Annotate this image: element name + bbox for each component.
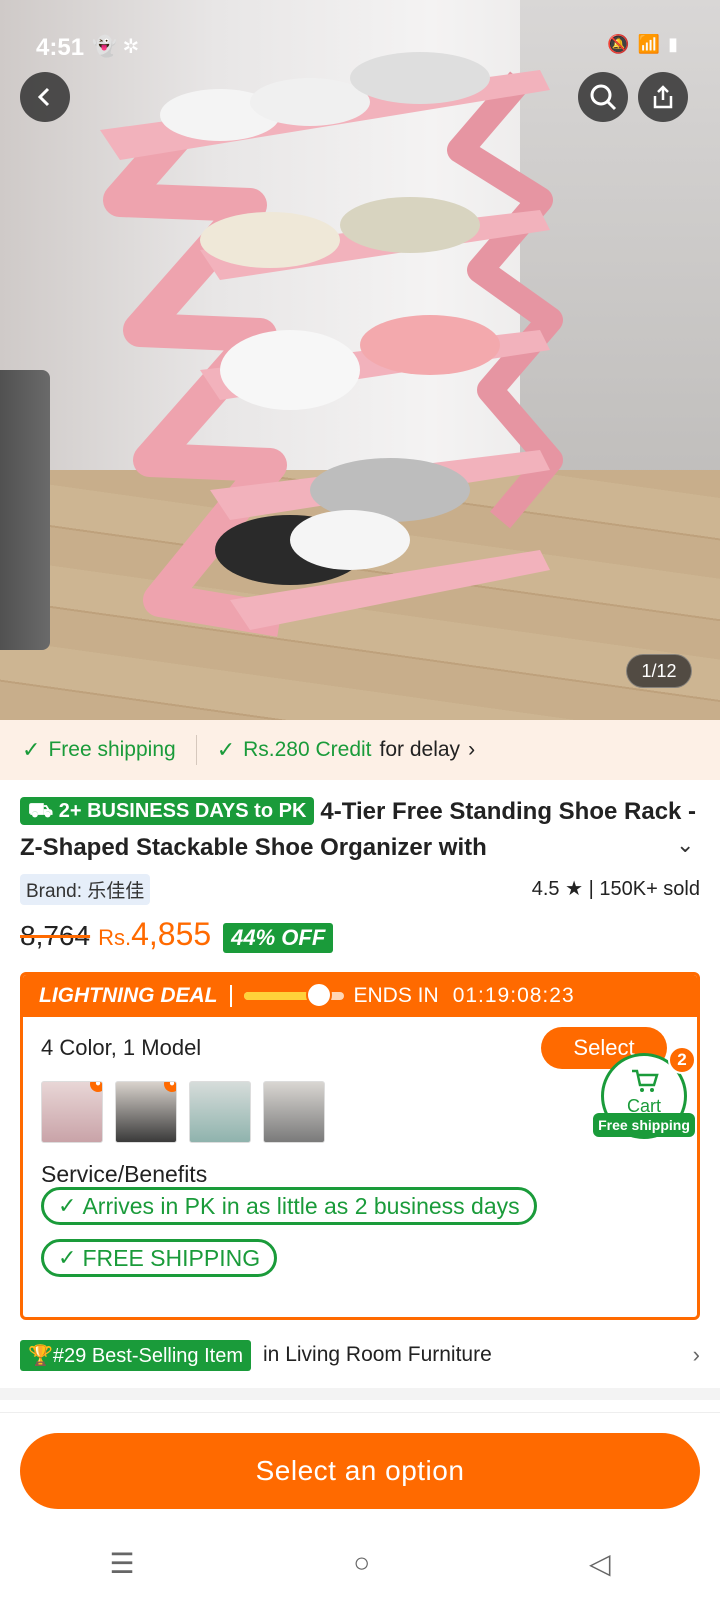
- discount-badge: 44% OFF: [223, 923, 334, 953]
- system-nav-bar: ☰ ○ ◁: [0, 1526, 720, 1600]
- best-seller-badge: 🏆#29 Best-Selling Item: [20, 1339, 252, 1371]
- lightning-deal-box: LIGHTNING DEAL ENDS IN 01:19:08:23 4 Col…: [20, 972, 700, 1320]
- chevron-left-icon: [37, 87, 50, 107]
- delay-credit-item[interactable]: ✓ Rs.280 Credit for delay ›: [217, 737, 475, 763]
- wifi-icon: 📶: [637, 34, 661, 54]
- status-time: 4:51: [36, 34, 85, 61]
- back-button[interactable]: [20, 72, 70, 122]
- benefit-arrival: ✓ Arrives in PK in as little as 2 busine…: [41, 1187, 537, 1225]
- image-bin: [0, 370, 50, 650]
- home-icon[interactable]: ○: [353, 1547, 370, 1579]
- hot-icon: ●: [164, 1082, 176, 1092]
- chevron-right-icon: ›: [468, 738, 476, 761]
- best-seller-row[interactable]: 🏆#29 Best-Selling Item in Living Room Fu…: [20, 1338, 700, 1372]
- banner-divider: [195, 735, 197, 765]
- system-icons: 🔕 📶 ▮: [607, 34, 678, 55]
- back-triangle-icon[interactable]: ◁: [589, 1547, 611, 1580]
- variant-thumb-gray[interactable]: [263, 1081, 325, 1143]
- variant-thumb-teal[interactable]: [189, 1081, 251, 1143]
- credit-suffix: for delay: [379, 738, 461, 761]
- countdown-timer: 01:19:08:23: [452, 984, 575, 1007]
- sale-price: 4,855: [131, 916, 212, 952]
- trophy-icon: 🏆: [28, 1344, 53, 1367]
- rating-value: 4.5: [531, 878, 560, 900]
- rating-divider: |: [588, 878, 594, 900]
- battery-icon: ▮: [668, 34, 678, 54]
- deal-header: LIGHTNING DEAL ENDS IN 01:19:08:23: [23, 975, 697, 1017]
- shipping-banner[interactable]: ✓ Free shipping ✓ Rs.280 Credit for dela…: [0, 720, 720, 780]
- product-title: ⛟ 2+ BUSINESS DAYS to PK 4-Tier Free Stan…: [20, 794, 700, 866]
- benefit-free-shipping: ✓ FREE SHIPPING: [41, 1239, 278, 1277]
- search-icon: [590, 84, 617, 111]
- free-shipping-item: ✓ Free shipping: [22, 737, 176, 763]
- price-row: 8,764 Rs. 4,855 44% OFF: [20, 916, 334, 960]
- check-icon: ✓: [58, 1193, 77, 1218]
- share-button[interactable]: [638, 72, 688, 122]
- benefit-free-shipping-text: FREE SHIPPING: [82, 1244, 261, 1271]
- credit-amount: Rs.280 Credit: [243, 738, 372, 761]
- mute-icon: 🔕: [607, 34, 630, 54]
- check-icon: ✓: [58, 1245, 77, 1270]
- deal-progress-bar: [243, 982, 344, 1008]
- variant-thumbnails: ● ●: [41, 1081, 325, 1143]
- deal-label: LIGHTNING DEAL: [39, 984, 218, 1007]
- sold-count: 150K+ sold: [599, 878, 700, 900]
- share-icon: [653, 85, 673, 109]
- best-seller-tag: #29 Best-Selling Item: [52, 1344, 244, 1367]
- bottom-action-bar: Select an option: [0, 1412, 720, 1522]
- currency: Rs.: [98, 925, 132, 950]
- benefits-label: Service/Benefits: [41, 1161, 208, 1187]
- cart-count-badge: 2: [668, 1046, 696, 1074]
- best-seller-category: in Living Room Furniture: [263, 1343, 492, 1366]
- status-bar: 4:51 👻 ✲ 🔕 📶 ▮: [0, 28, 720, 68]
- variant-thumb-black[interactable]: ●: [115, 1081, 177, 1143]
- cart-free-shipping: Free shipping: [593, 1113, 695, 1137]
- variant-summary: 4 Color, 1 Model: [41, 1035, 202, 1060]
- star-icon: ★: [565, 878, 584, 900]
- delivery-tag: ⛟ 2+ BUSINESS DAYS to PK: [20, 797, 315, 825]
- chevron-right-icon: ›: [692, 1342, 700, 1367]
- notification-icons: 👻 ✲: [92, 36, 140, 58]
- check-icon: ✓: [22, 737, 41, 762]
- section-separator: [0, 1388, 720, 1400]
- check-icon: ✓: [216, 737, 236, 762]
- free-shipping-label: Free shipping: [48, 738, 176, 761]
- variant-thumb-pink[interactable]: ●: [41, 1081, 103, 1143]
- brand-tag[interactable]: Brand: 乐佳佳: [20, 874, 151, 905]
- ends-in-label: ENDS IN: [353, 984, 439, 1007]
- menu-icon[interactable]: ☰: [109, 1547, 134, 1580]
- shoe-rack-illustration: [100, 52, 563, 637]
- brand-rating-row: Brand: 乐佳佳 4.5 ★ | 150K+ sold: [20, 874, 700, 905]
- select-option-button[interactable]: Select an option: [20, 1433, 700, 1509]
- delivery-tag-text: 2+ BUSINESS DAYS to PK: [58, 800, 307, 822]
- original-price: 8,764: [20, 920, 91, 951]
- hot-icon: ●: [90, 1082, 102, 1092]
- search-button[interactable]: [578, 72, 628, 122]
- benefit-arrival-text: Arrives in PK in as little as 2 business…: [82, 1192, 520, 1219]
- deal-divider: [229, 985, 232, 1007]
- cart-icon: [632, 1069, 659, 1092]
- clock-icon: [305, 982, 332, 1008]
- rating-summary[interactable]: 4.5 ★ | 150K+ sold: [532, 876, 700, 901]
- image-pager: 1/12: [626, 654, 692, 688]
- expand-title-chevron-down-icon[interactable]: ⌄: [676, 832, 694, 858]
